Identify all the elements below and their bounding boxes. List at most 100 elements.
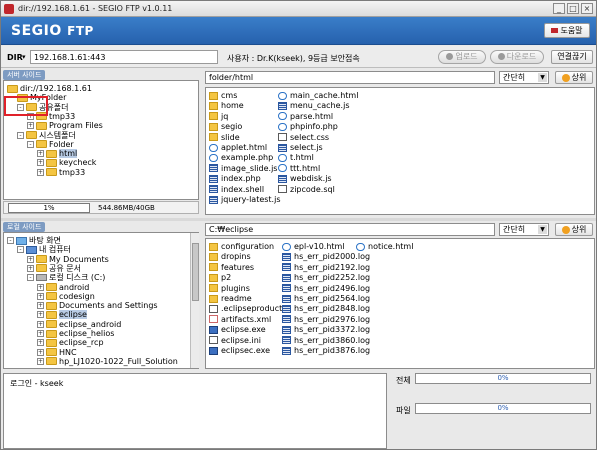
download-button[interactable]: 다운로드 — [490, 50, 544, 64]
file-item[interactable]: configuration — [209, 241, 274, 252]
expand-icon[interactable]: + — [37, 292, 44, 300]
help-button[interactable]: 도움말 — [544, 23, 590, 38]
file-item[interactable]: index.shell — [209, 184, 264, 195]
file-item[interactable]: eclipse.ini — [209, 335, 261, 346]
file-item[interactable]: plugins — [209, 283, 250, 294]
file-item[interactable]: hs_err_pid3876.log — [282, 345, 370, 356]
folder-icon — [36, 264, 47, 273]
file-item[interactable]: readme — [209, 293, 252, 304]
file-item[interactable]: select.js — [278, 142, 323, 153]
file-name: artifacts.xml — [221, 314, 272, 324]
file-name: t.html — [290, 153, 314, 163]
local-file-list[interactable]: configuration dropins features p2 plugins rea… — [205, 238, 595, 369]
scroll-thumb[interactable] — [192, 243, 199, 301]
collapse-icon[interactable]: - — [17, 246, 24, 254]
local-up-button[interactable]: 상위 — [555, 223, 593, 236]
expand-icon[interactable]: + — [37, 320, 44, 328]
minimize-button[interactable]: _ — [553, 3, 565, 14]
file-item[interactable]: hs_err_pid2192.log — [282, 262, 370, 273]
file-item[interactable]: dropins — [209, 251, 251, 262]
file-name: main_cache.html — [290, 91, 359, 100]
file-item[interactable]: .eclipseproduct — [209, 303, 282, 314]
file-item[interactable]: hs_err_pid2564.log — [282, 293, 370, 304]
title-bar[interactable]: dir://192.168.1.61 - SEGIO FTP v1.0.11 _… — [1, 1, 596, 17]
file-item[interactable]: jquery-latest.js — [209, 194, 280, 205]
up-arrow-icon — [561, 225, 570, 234]
file-item[interactable]: hs_err_pid2496.log — [282, 283, 370, 294]
server-address-input[interactable]: 192.168.1.61:443 — [30, 50, 218, 64]
file-item[interactable]: main_cache.html — [278, 90, 358, 101]
file-item[interactable]: hs_err_pid3860.log — [282, 335, 370, 346]
file-item[interactable]: epl-v10.html — [282, 241, 345, 252]
maximize-button[interactable]: □ — [567, 3, 579, 14]
collapse-icon[interactable]: - — [17, 131, 24, 139]
folder-file-icon — [209, 284, 218, 293]
dir-dropdown-icon[interactable]: ▾ — [22, 53, 26, 61]
close-button[interactable]: × — [581, 3, 593, 14]
collapse-icon[interactable]: - — [7, 237, 14, 244]
server-path-input[interactable]: folder/html — [205, 71, 495, 84]
local-tree-scrollbar[interactable] — [190, 233, 199, 368]
expand-icon[interactable]: + — [37, 357, 44, 365]
server-file-list[interactable]: cms home jq segio slide applet.html example.ph… — [205, 87, 595, 215]
file-item[interactable]: select.css — [278, 132, 329, 143]
file-item[interactable]: t.html — [278, 152, 314, 163]
file-item[interactable]: example.php — [209, 152, 273, 163]
local-view-select[interactable]: 간단히 ▼ — [499, 223, 549, 236]
file-item[interactable]: artifacts.xml — [209, 314, 271, 325]
file-item[interactable]: index.php — [209, 173, 261, 184]
file-name: home — [221, 101, 244, 111]
tree-item[interactable]: + tmp33 — [37, 167, 85, 178]
file-item[interactable]: applet.html — [209, 142, 267, 153]
file-item[interactable]: jq — [209, 111, 228, 122]
file-item[interactable]: zipcode.sql — [278, 184, 335, 195]
collapse-icon[interactable]: - — [27, 140, 34, 148]
file-item[interactable]: webdisk.js — [278, 173, 332, 184]
disconnect-button[interactable]: 연결끊기 — [551, 50, 593, 64]
file-item[interactable]: segio — [209, 121, 242, 132]
expand-icon[interactable]: + — [37, 330, 44, 337]
expand-icon[interactable]: + — [37, 283, 44, 291]
file-item[interactable]: parse.html — [278, 111, 333, 122]
file-item[interactable]: home — [209, 100, 244, 111]
expand-icon[interactable]: + — [27, 122, 34, 130]
server-view-select[interactable]: 간단히 ▼ — [499, 71, 549, 84]
file-item[interactable]: hs_err_pid3372.log — [282, 324, 370, 335]
file-item[interactable]: menu_cache.js — [278, 100, 349, 111]
file-item[interactable]: hs_err_pid2000.log — [282, 251, 370, 262]
file-item[interactable]: features — [209, 262, 254, 273]
directory-bar: DIR ▾ 192.168.1.61:443 사용자 : Dr.K(kseek)… — [1, 46, 596, 68]
pane-splitter[interactable] — [1, 218, 596, 221]
file-item[interactable]: cms — [209, 90, 237, 101]
file-item[interactable]: hs_err_pid2848.log — [282, 303, 370, 314]
expand-icon[interactable]: + — [37, 302, 44, 310]
file-item[interactable]: hs_err_pid2976.log — [282, 314, 370, 325]
ie-file-icon — [209, 143, 218, 152]
expand-icon[interactable]: + — [37, 150, 44, 158]
file-item[interactable]: hs_err_pid2252.log — [282, 272, 370, 283]
expand-icon[interactable]: + — [27, 264, 34, 272]
ie-file-icon — [278, 164, 287, 173]
local-path-input[interactable]: C:₩eclipse — [205, 223, 495, 236]
expand-icon[interactable]: + — [27, 255, 34, 263]
expand-icon[interactable]: + — [37, 159, 44, 167]
file-item[interactable]: eclipse.exe — [209, 324, 266, 335]
collapse-icon[interactable]: - — [27, 274, 34, 282]
file-item[interactable]: p2 — [209, 272, 231, 283]
file-item[interactable]: image_slide.js — [209, 163, 277, 174]
file-item[interactable]: phpinfo.php — [278, 121, 338, 132]
server-up-button[interactable]: 상위 — [555, 71, 593, 84]
file-item[interactable]: slide — [209, 132, 240, 143]
expand-icon[interactable]: + — [37, 311, 44, 319]
upload-button[interactable]: 업로드 — [438, 50, 486, 64]
folder-file-icon — [209, 133, 218, 142]
expand-icon[interactable]: + — [37, 339, 44, 347]
local-tree[interactable]: - 바탕 화면 - 내 컴퓨터 + My Documents + 공유 문서 - 로컬 디스크 (… — [3, 232, 199, 369]
tree-item[interactable]: + hp_LJ1020-1022_Full_Solution — [37, 356, 178, 367]
file-item[interactable]: ttt.html — [278, 163, 320, 174]
exe-file-icon — [209, 325, 218, 334]
file-item[interactable]: notice.html — [356, 241, 413, 252]
expand-icon[interactable]: + — [37, 348, 44, 356]
expand-icon[interactable]: + — [37, 168, 44, 176]
file-item[interactable]: eclipsec.exe — [209, 345, 270, 356]
